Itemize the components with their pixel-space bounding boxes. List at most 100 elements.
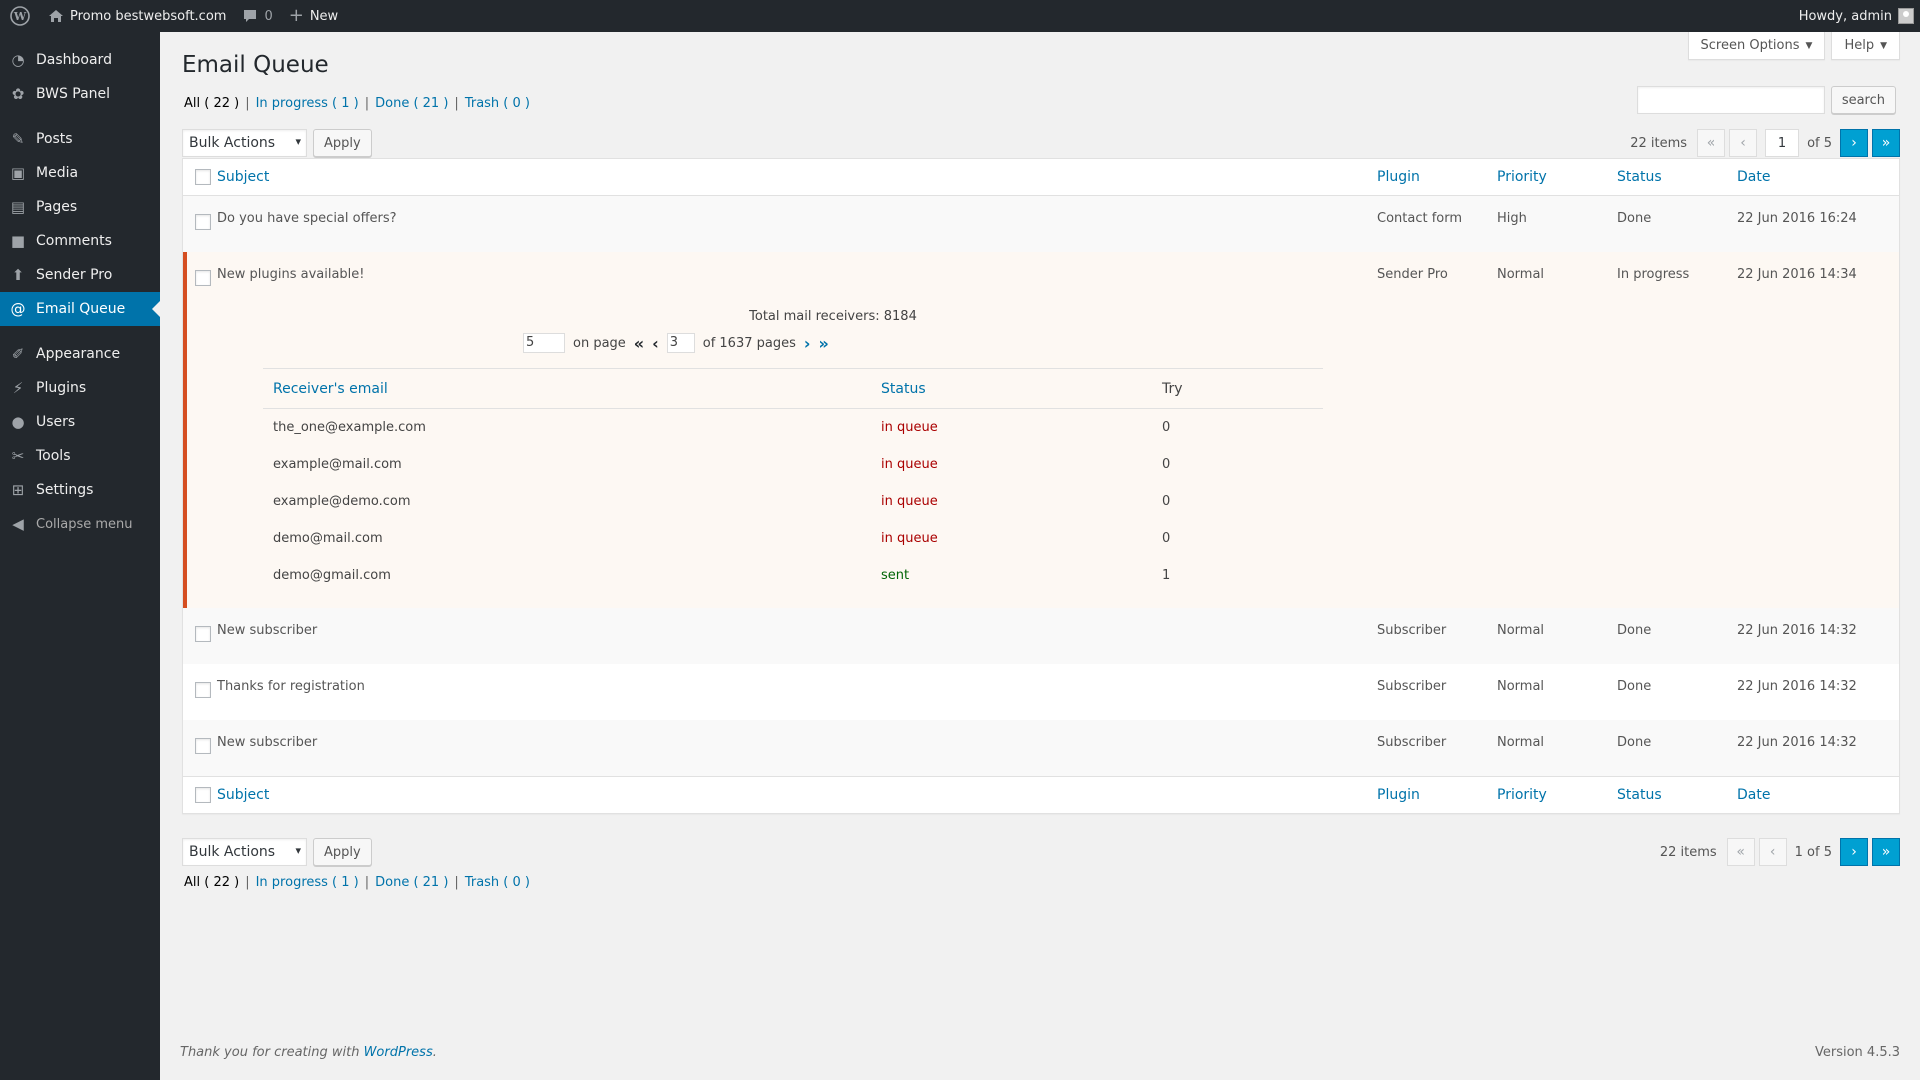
table-row[interactable]: New subscriber Subscriber Normal Done 22… [183, 720, 1899, 776]
my-account-link[interactable]: Howdy, admin [1791, 0, 1920, 32]
first-page-button[interactable]: « [1697, 129, 1726, 157]
version-text: Version 4.5.3 [1814, 1045, 1900, 1060]
filter-trash[interactable]: Trash ( 0 ) [465, 875, 530, 890]
bws-panel-icon: ✿ [11, 85, 25, 103]
wordpress-logo-icon[interactable]: W [0, 0, 40, 32]
filter-all[interactable]: All ( 22 ) [184, 96, 239, 111]
help-button[interactable]: Help ▼ [1831, 32, 1900, 60]
page-of-text: 1 of 5 [1794, 844, 1832, 860]
sidebar-item-bws-panel[interactable]: ✿ BWS Panel [0, 77, 160, 111]
column-plugin[interactable]: Plugin [1377, 787, 1497, 803]
first-page-icon[interactable]: « [634, 334, 644, 353]
page-number-input[interactable]: 3 [666, 333, 695, 353]
receiver-row: example@mail.com in queue 0 [273, 457, 1171, 472]
column-date[interactable]: Date [1737, 169, 1899, 185]
last-page-icon[interactable]: » [818, 334, 828, 353]
prev-page-button[interactable]: ‹ [1758, 838, 1787, 866]
column-status[interactable]: Status [1617, 787, 1737, 803]
row-subject[interactable]: New subscriber [217, 620, 1377, 638]
last-page-button[interactable]: » [1872, 838, 1900, 866]
collapse-menu-button[interactable]: ◀ Collapse menu [0, 507, 160, 541]
dashboard-icon: ◔ [11, 51, 25, 69]
items-count: 22 items [1659, 844, 1717, 860]
status-filters-bottom: All ( 22 ) | In progress ( 1 ) | Done ( … [184, 875, 530, 890]
sidebar-item-appearance[interactable]: ✐ Appearance [0, 337, 160, 371]
filter-trash[interactable]: Trash ( 0 ) [465, 96, 530, 111]
sidebar-item-settings[interactable]: ⊞ Settings [0, 473, 160, 507]
row-subject[interactable]: New subscriber [217, 732, 1377, 750]
new-content-link[interactable]: + New [281, 0, 346, 32]
new-label: New [309, 8, 339, 24]
column-priority[interactable]: Priority [1497, 169, 1617, 185]
last-page-button[interactable]: » [1872, 129, 1900, 157]
filter-in-progress[interactable]: In progress ( 1 ) [256, 875, 359, 890]
sidebar-item-sender-pro[interactable]: ⬆ Sender Pro [0, 258, 160, 292]
column-subject[interactable]: Subject [217, 787, 1377, 803]
sidebar-item-dashboard[interactable]: ◔ Dashboard [0, 43, 160, 77]
filter-in-progress[interactable]: In progress ( 1 ) [256, 96, 359, 111]
comments-link[interactable]: 0 [234, 0, 280, 32]
receiver-row: demo@gmail.com sent 1 [273, 568, 1171, 583]
row-priority: Normal [1497, 267, 1545, 282]
row-checkbox[interactable] [195, 214, 211, 230]
sidebar-item-pages[interactable]: ▤ Pages [0, 190, 160, 224]
row-subject[interactable]: Thanks for registration [217, 676, 1377, 694]
sidebar-item-posts[interactable]: ✎ Posts [0, 122, 160, 156]
sidebar-item-users[interactable]: ● Users [0, 405, 160, 439]
search-button[interactable]: search [1830, 86, 1896, 114]
table-row[interactable]: Thanks for registration Subscriber Norma… [183, 664, 1899, 720]
table-row[interactable]: New plugins available! Sender Pro Normal… [187, 252, 1899, 298]
column-date[interactable]: Date [1737, 787, 1899, 803]
row-subject[interactable]: New plugins available! [217, 264, 1377, 282]
filter-done[interactable]: Done ( 21 ) [375, 875, 448, 890]
row-checkbox[interactable] [195, 738, 211, 754]
filter-all[interactable]: All ( 22 ) [184, 875, 239, 890]
column-priority[interactable]: Priority [1497, 787, 1617, 803]
search-input[interactable] [1636, 86, 1825, 114]
column-subject[interactable]: Subject [217, 169, 1377, 185]
screen-options-button[interactable]: Screen Options ▼ [1687, 32, 1826, 60]
bulk-actions-select[interactable]: Bulk Actions [182, 838, 307, 866]
receiver-row: the_one@example.com in queue 0 [273, 420, 1171, 435]
total-pages: of 5 [1807, 135, 1832, 151]
apply-button[interactable]: Apply [313, 838, 372, 866]
items-count: 22 items [1630, 135, 1688, 151]
table-row[interactable]: Do you have special offers? Contact form… [183, 196, 1899, 252]
column-try: Try [1162, 380, 1183, 397]
brush-icon: ✐ [11, 345, 25, 363]
row-subject[interactable]: Do you have special offers? [217, 208, 1377, 226]
howdy-text: Howdy, admin [1798, 8, 1892, 24]
first-page-button[interactable]: « [1726, 838, 1755, 866]
next-page-icon[interactable]: › [804, 334, 811, 353]
sidebar-item-tools[interactable]: ✂ Tools [0, 439, 160, 473]
plug-icon: ⚡ [12, 379, 24, 397]
next-page-button[interactable]: › [1840, 129, 1868, 157]
prev-page-button[interactable]: ‹ [1729, 129, 1758, 157]
table-row[interactable]: New subscriber Subscriber Normal Done 22… [183, 608, 1899, 664]
prev-page-icon[interactable]: ‹ [652, 334, 659, 353]
sender-icon: ⬆ [11, 266, 25, 284]
pagination-top: 22 items « ‹ 1 of 5 › » [1630, 129, 1900, 157]
apply-button[interactable]: Apply [313, 129, 372, 157]
column-plugin[interactable]: Plugin [1377, 169, 1497, 185]
select-all-checkbox[interactable] [195, 787, 211, 803]
sidebar-item-media[interactable]: ▣ Media [0, 156, 160, 190]
row-checkbox[interactable] [195, 626, 211, 642]
column-receiver-email[interactable]: Receiver's email [263, 381, 881, 397]
sidebar-item-email-queue[interactable]: @ Email Queue [0, 292, 160, 326]
row-checkbox[interactable] [195, 682, 211, 698]
select-all-checkbox[interactable] [195, 169, 211, 185]
row-plugin: Subscriber [1377, 623, 1447, 638]
current-page-input[interactable]: 1 [1765, 129, 1800, 157]
per-page-input[interactable]: 5 [523, 333, 565, 353]
filter-done[interactable]: Done ( 21 ) [375, 96, 448, 111]
row-checkbox[interactable] [195, 270, 211, 286]
column-status[interactable]: Status [1617, 169, 1737, 185]
bulk-actions-select[interactable]: Bulk Actions [182, 129, 307, 157]
sidebar-item-plugins[interactable]: ⚡ Plugins [0, 371, 160, 405]
site-name-link[interactable]: Promo bestwebsoft.com [40, 0, 234, 32]
sidebar-item-comments[interactable]: ■ Comments [0, 224, 160, 258]
wordpress-link[interactable]: WordPress [364, 1045, 433, 1060]
column-receiver-status[interactable]: Status [881, 381, 1162, 397]
next-page-button[interactable]: › [1840, 838, 1868, 866]
